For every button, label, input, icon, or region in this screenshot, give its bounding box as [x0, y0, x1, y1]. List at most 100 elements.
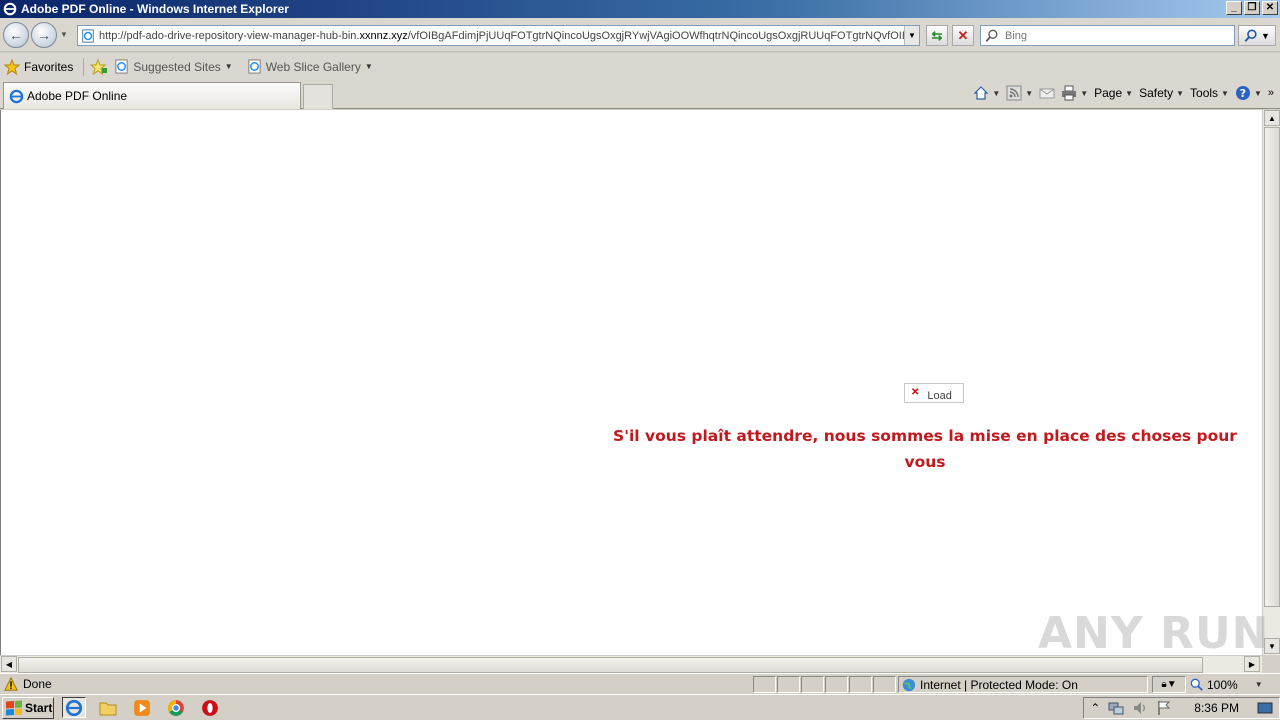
- page-menu[interactable]: Page ▼: [1094, 86, 1133, 100]
- suggested-sites-label: Suggested Sites: [133, 59, 221, 74]
- favorites-button[interactable]: Favorites: [4, 58, 74, 75]
- scroll-left-arrow[interactable]: ◀: [1, 656, 17, 672]
- chevron-more-icon[interactable]: »: [1268, 87, 1274, 99]
- print-button[interactable]: ▼: [1061, 85, 1088, 101]
- globe-icon: [902, 678, 916, 691]
- ie-page-icon: [248, 59, 261, 74]
- web-slice-gallery-label: Web Slice Gallery: [265, 59, 361, 74]
- opera-icon: [202, 699, 218, 716]
- warning-icon: [4, 677, 18, 691]
- clock[interactable]: 8:36 PM: [1194, 701, 1239, 715]
- show-hidden-icons-button[interactable]: ⌃: [1090, 701, 1100, 715]
- minimize-button[interactable]: _: [1226, 1, 1242, 15]
- taskbar-media-player-button[interactable]: [130, 697, 154, 718]
- show-desktop-icon[interactable]: [1257, 700, 1273, 716]
- security-zone[interactable]: Internet | Protected Mode: On: [898, 676, 1148, 693]
- system-tray: ⌃ 8:36 PM: [1083, 697, 1280, 719]
- printer-icon: [1062, 85, 1077, 101]
- zoom-icon: [1190, 678, 1203, 691]
- taskbar-explorer-button[interactable]: [96, 697, 120, 718]
- tools-menu[interactable]: Tools ▼: [1190, 86, 1229, 100]
- tab-adobe-pdf-online[interactable]: Adobe PDF Online: [3, 82, 301, 109]
- page-content: ✕ Load S'il vous plaît attendre, nous so…: [0, 110, 1262, 655]
- network-icon[interactable]: [1108, 700, 1124, 716]
- scroll-up-arrow[interactable]: ▲: [1264, 110, 1280, 126]
- action-center-flag-icon[interactable]: [1156, 700, 1172, 716]
- back-arrow-icon: ←: [9, 27, 23, 43]
- taskbar-opera-button[interactable]: [198, 697, 222, 718]
- vertical-scrollbar[interactable]: ▲ ▼: [1262, 110, 1280, 655]
- quick-launch: [62, 697, 222, 718]
- safety-menu-label: Safety: [1139, 86, 1174, 100]
- protected-mode-button[interactable]: 🔒︎ ▼: [1152, 676, 1186, 693]
- search-box[interactable]: [980, 25, 1235, 46]
- command-bar: ▼ ▼ ▼ Page ▼ Safety ▼ Tools ▼ ? ▼ »: [973, 85, 1274, 101]
- tab-bar: Adobe PDF Online ▼ ▼ ▼ Page ▼ Safety ▼ Too…: [0, 80, 1280, 109]
- web-slice-gallery-item[interactable]: Web Slice Gallery ▼: [247, 59, 373, 74]
- chevron-down-icon: ▼: [1254, 680, 1263, 689]
- taskbar-ie-button[interactable]: [62, 697, 86, 718]
- stop-button[interactable]: ✕: [952, 25, 974, 46]
- window-title: Adobe PDF Online - Windows Internet Expl…: [21, 2, 289, 16]
- broken-image: ✕ Load: [904, 383, 964, 403]
- back-button[interactable]: ←: [3, 22, 29, 48]
- start-button[interactable]: Start: [2, 697, 54, 719]
- search-go-icon: [1244, 29, 1257, 42]
- page-icon: [82, 28, 94, 43]
- speaker-icon[interactable]: [1132, 700, 1148, 716]
- feeds-button[interactable]: ▼: [1006, 85, 1033, 101]
- new-tab-button[interactable]: [303, 84, 333, 109]
- suggested-sites-item[interactable]: Suggested Sites ▼: [114, 59, 233, 74]
- tools-menu-label: Tools: [1190, 86, 1219, 100]
- ie-page-icon: [115, 59, 128, 74]
- read-mail-button[interactable]: [1039, 85, 1055, 101]
- taskbar: Start ⌃ 8:36 PM: [0, 694, 1280, 720]
- tab-title: Adobe PDF Online: [27, 89, 128, 103]
- search-icon: [985, 29, 998, 42]
- broken-image-alt-text: Load: [927, 390, 952, 402]
- recent-pages-dropdown[interactable]: ▼: [60, 30, 68, 39]
- refresh-icon: ⇆: [931, 27, 943, 43]
- forward-arrow-icon: →: [37, 27, 51, 43]
- add-to-favorites-icon[interactable]: [90, 58, 108, 75]
- star-icon: [4, 58, 20, 75]
- stop-icon: ✕: [957, 27, 969, 43]
- loading-message: S'il vous plaît attendre, nous sommes la…: [613, 427, 1237, 471]
- mail-icon: [1039, 88, 1055, 99]
- search-options-caret[interactable]: ▼: [1261, 31, 1270, 41]
- ie-icon: [65, 699, 83, 716]
- chrome-icon: [168, 699, 184, 716]
- address-dropdown-button[interactable]: ▼: [904, 26, 919, 45]
- anyrun-watermark: ANY RUN: [1038, 608, 1270, 659]
- media-player-icon: [134, 699, 150, 716]
- refresh-button[interactable]: ⇆: [926, 25, 948, 46]
- windows-logo-icon: [6, 700, 22, 716]
- home-icon: [973, 86, 989, 100]
- favorites-bar: Favorites Suggested Sites ▼ Web Slice Ga…: [0, 53, 1280, 80]
- status-panes: [753, 676, 897, 693]
- restore-button[interactable]: ❐: [1244, 1, 1260, 15]
- close-window-button[interactable]: ✕: [1262, 1, 1278, 15]
- search-input[interactable]: [1003, 28, 1223, 43]
- lock-icon: 🔒︎: [1161, 679, 1167, 690]
- help-button[interactable]: ? ▼: [1235, 85, 1262, 101]
- forward-button[interactable]: →: [31, 22, 57, 48]
- home-button[interactable]: ▼: [973, 85, 1000, 101]
- folder-icon: [99, 702, 117, 715]
- window-titlebar: Adobe PDF Online - Windows Internet Expl…: [0, 0, 1280, 18]
- favorites-label: Favorites: [24, 59, 74, 74]
- broken-image-icon: ✕: [911, 387, 920, 398]
- ie-icon: [9, 89, 24, 103]
- search-go-button[interactable]: ▼: [1238, 25, 1276, 46]
- address-bar[interactable]: http://pdf-ado-drive-repository-view-man…: [77, 25, 920, 46]
- zoom-control[interactable]: 100% ▼: [1190, 676, 1268, 693]
- url-text: http://pdf-ado-drive-repository-view-man…: [99, 29, 919, 42]
- horizontal-scroll-thumb[interactable]: [18, 657, 1203, 673]
- chevron-down-icon: ▼: [364, 62, 373, 71]
- taskbar-chrome-button[interactable]: [164, 697, 188, 718]
- vertical-scroll-thumb[interactable]: [1264, 127, 1280, 607]
- status-text: Done: [23, 677, 52, 691]
- chevron-down-icon: ▼: [224, 62, 233, 71]
- safety-menu[interactable]: Safety ▼: [1139, 86, 1184, 100]
- help-icon: ?: [1235, 86, 1250, 100]
